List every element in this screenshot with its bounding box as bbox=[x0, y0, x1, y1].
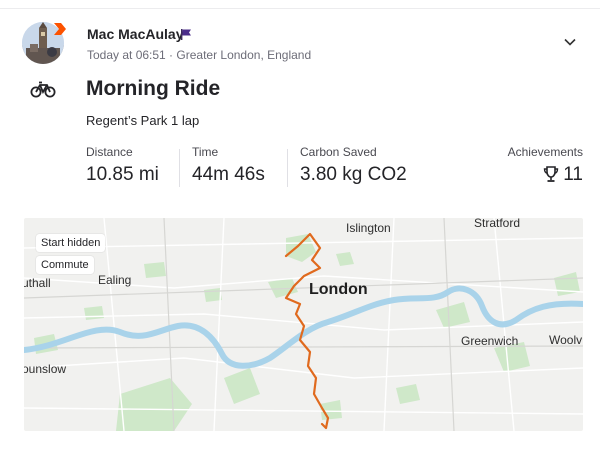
activity-header: Mac MacAulay Today at 06:51 · Greater Lo… bbox=[22, 22, 588, 66]
athlete-name[interactable]: Mac MacAulay bbox=[87, 26, 183, 42]
stat-value: 3.80 kg CO2 bbox=[300, 164, 407, 185]
stat-label: Distance bbox=[86, 145, 133, 159]
route-map[interactable]: Start hidden Commute Islington Stratford… bbox=[24, 218, 583, 431]
activity-meta: Today at 06:51 · Greater London, England bbox=[87, 48, 312, 62]
stat-carbon-saved: Carbon Saved 3.80 kg CO2 bbox=[300, 145, 407, 186]
map-label-ealing: Ealing bbox=[98, 273, 132, 287]
map-label-islington: Islington bbox=[346, 221, 391, 235]
commute-chip: Commute bbox=[36, 256, 94, 274]
map-label-southall: uthall bbox=[24, 276, 51, 290]
stat-value: 44m 46s bbox=[192, 164, 265, 185]
start-hidden-chip: Start hidden bbox=[36, 234, 106, 252]
achievements-label: Achievements bbox=[507, 145, 583, 159]
stat-label: Time bbox=[192, 145, 219, 159]
stat-distance: Distance 10.85 mi bbox=[86, 145, 159, 186]
avatar[interactable] bbox=[22, 22, 66, 64]
subscriber-badge-icon bbox=[54, 23, 66, 35]
map-label-greenwich: Greenwich bbox=[461, 334, 519, 348]
map-tiles bbox=[24, 218, 583, 431]
chevron-down-icon[interactable] bbox=[562, 34, 578, 50]
stats-row: Distance 10.85 mi Time 44m 46s Carbon Sa… bbox=[86, 145, 586, 195]
achievements-count: 11 bbox=[563, 164, 583, 185]
activity-description: Regent’s Park 1 lap bbox=[86, 113, 200, 128]
activity-title[interactable]: Morning Ride bbox=[86, 77, 220, 101]
top-divider bbox=[0, 8, 600, 9]
map-label-hounslow: ounslow bbox=[24, 362, 67, 376]
map-label-stratford: Stratford bbox=[474, 218, 521, 230]
stat-divider bbox=[179, 149, 180, 187]
stat-divider bbox=[287, 149, 288, 187]
trophy-icon bbox=[544, 166, 559, 182]
stat-value: 10.85 mi bbox=[86, 164, 159, 185]
flag-icon bbox=[181, 29, 191, 40]
stat-label: Carbon Saved bbox=[300, 145, 377, 159]
bike-icon bbox=[30, 81, 56, 98]
map-label-woolwich: Woolv bbox=[549, 333, 583, 347]
map-label-london: London bbox=[309, 281, 368, 298]
stat-time: Time 44m 46s bbox=[192, 145, 265, 186]
achievements[interactable]: Achievements 11 bbox=[508, 145, 583, 186]
